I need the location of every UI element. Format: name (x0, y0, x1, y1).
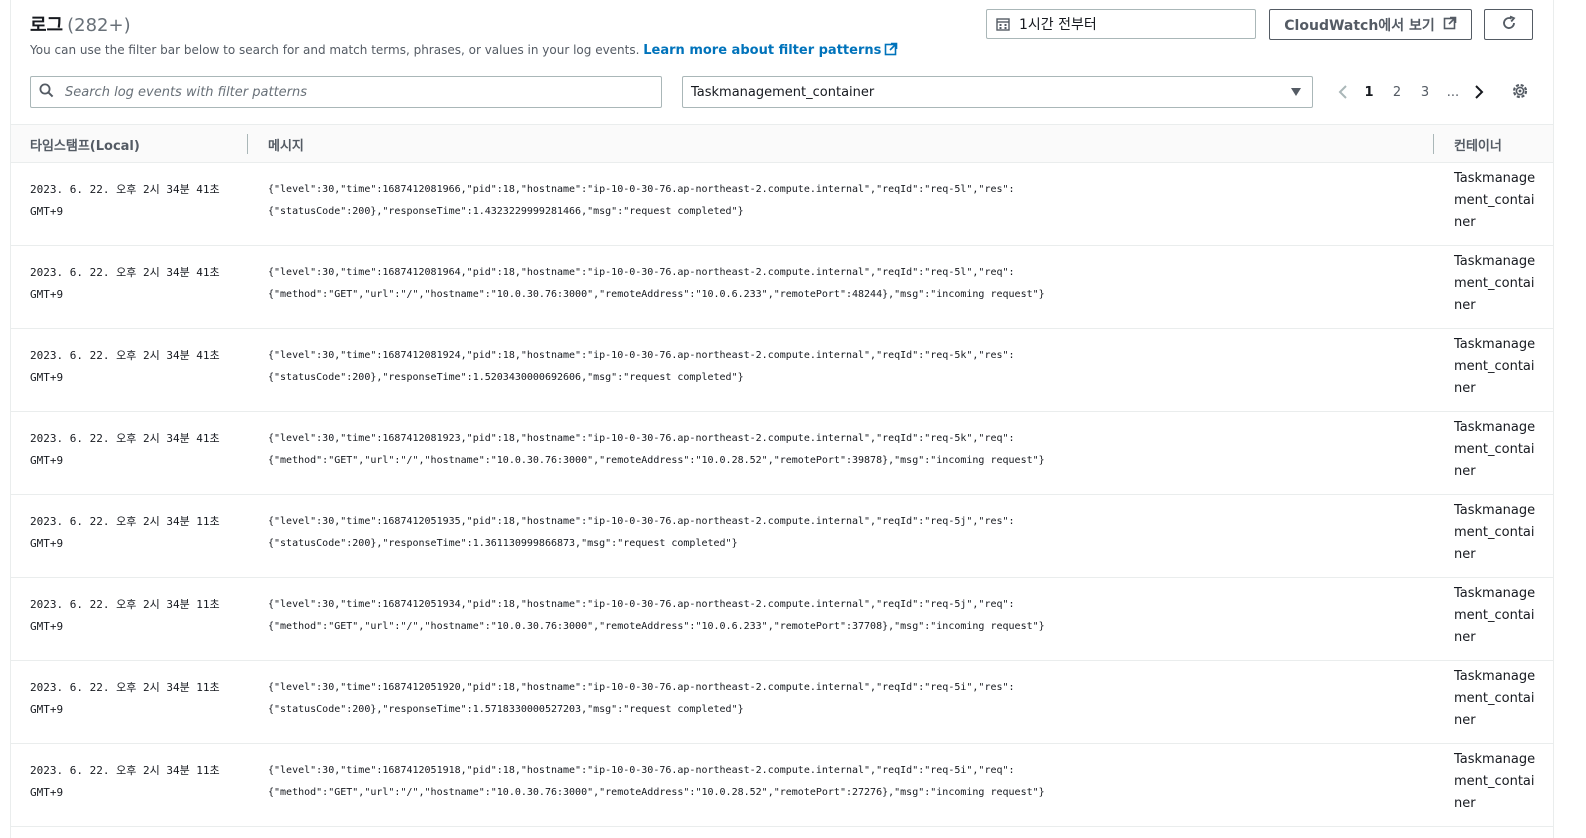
message-line: {"level":30,"time":1687412081964,"pid":1… (268, 267, 1015, 278)
chevron-left-icon[interactable] (1331, 80, 1355, 104)
row-container: Taskmanagement_container (1454, 669, 1536, 728)
row-message: {"level":30,"time":1687412051920,"pid":1… (268, 677, 1418, 721)
time-range-label: 1시간 전부터 (1019, 17, 1097, 33)
row-message: {"level":30,"time":1687412081923,"pid":1… (268, 428, 1418, 472)
learn-more-link[interactable]: Learn more about filter patterns (643, 42, 898, 60)
row-container: Taskmanagement_container (1454, 752, 1536, 811)
row-timestamp: 2023. 6. 22. 오후 2시 34분 11초 GMT+9 (30, 515, 220, 550)
filter-search-box (30, 76, 662, 108)
page-ellipsis: ... (1446, 84, 1460, 100)
chevron-right-icon[interactable] (1467, 80, 1491, 104)
row-message: {"level":30,"time":1687412051918,"pid":1… (268, 760, 1418, 804)
page-3[interactable]: 3 (1411, 85, 1439, 100)
row-container: Taskmanagement_container (1454, 420, 1536, 479)
table-row[interactable]: 2023. 6. 22. 오후 2시 34분 41초 GMT+9 {"level… (11, 329, 1553, 412)
row-timestamp: 2023. 6. 22. 오후 2시 34분 11초 GMT+9 (30, 598, 220, 633)
column-resizer[interactable] (247, 134, 248, 154)
learn-more-label: Learn more about filter patterns (643, 43, 882, 58)
message-line: {"level":30,"time":1687412051918,"pid":1… (268, 765, 1015, 776)
column-message[interactable]: 메시지 (268, 135, 304, 154)
row-timestamp: 2023. 6. 22. 오후 2시 34분 11초 GMT+9 (30, 764, 220, 799)
message-line: {"method":"GET","url":"/","hostname":"10… (268, 455, 1045, 466)
message-line: {"level":30,"time":1687412081924,"pid":1… (268, 350, 1015, 361)
row-container: Taskmanagement_container (1454, 503, 1536, 562)
log-events-table: 2023. 6. 22. 오후 2시 34분 41초 GMT+9 {"level… (11, 163, 1553, 827)
message-line: {"statusCode":200},"responseTime":1.5203… (268, 372, 744, 383)
page-1[interactable]: 1 (1355, 85, 1383, 100)
refresh-button[interactable] (1484, 9, 1533, 40)
refresh-icon (1501, 15, 1517, 35)
page-2[interactable]: 2 (1383, 85, 1411, 100)
logs-panel: 로그 (282+) You can use the filter bar belo… (10, 0, 1554, 838)
table-header: 타임스탬프(Local) 메시지 컨테이너 (11, 124, 1553, 163)
gear-icon[interactable] (1511, 82, 1529, 104)
external-link-icon (884, 42, 898, 60)
time-range-button[interactable]: 1시간 전부터 (986, 9, 1256, 39)
message-line: {"level":30,"time":1687412081966,"pid":1… (268, 184, 1015, 195)
message-line: {"level":30,"time":1687412051935,"pid":1… (268, 516, 1015, 527)
container-select-value: Taskmanagement_container (691, 84, 875, 100)
message-line: {"method":"GET","url":"/","hostname":"10… (268, 289, 1045, 300)
message-line: {"level":30,"time":1687412051934,"pid":1… (268, 599, 1015, 610)
table-row[interactable]: 2023. 6. 22. 오후 2시 34분 41초 GMT+9 {"level… (11, 163, 1553, 246)
title-text: 로그 (30, 15, 64, 36)
column-resizer[interactable] (1433, 134, 1434, 154)
row-timestamp: 2023. 6. 22. 오후 2시 34분 41초 GMT+9 (30, 349, 220, 384)
row-timestamp: 2023. 6. 22. 오후 2시 34분 11초 GMT+9 (30, 681, 220, 716)
row-message: {"level":30,"time":1687412081964,"pid":1… (268, 262, 1418, 306)
row-message: {"level":30,"time":1687412081966,"pid":1… (268, 179, 1418, 223)
table-row[interactable]: 2023. 6. 22. 오후 2시 34분 41초 GMT+9 {"level… (11, 412, 1553, 495)
caret-down-icon (1290, 86, 1302, 102)
row-message: {"level":30,"time":1687412051934,"pid":1… (268, 594, 1418, 638)
message-line: {"level":30,"time":1687412081923,"pid":1… (268, 433, 1015, 444)
calendar-icon (996, 17, 1010, 31)
table-row[interactable]: 2023. 6. 22. 오후 2시 34분 41초 GMT+9 {"level… (11, 246, 1553, 329)
message-line: {"level":30,"time":1687412051920,"pid":1… (268, 682, 1015, 693)
filter-description: You can use the filter bar below to sear… (30, 42, 898, 60)
row-container: Taskmanagement_container (1454, 171, 1536, 230)
message-line: {"statusCode":200},"responseTime":1.4323… (268, 206, 744, 217)
message-line: {"method":"GET","url":"/","hostname":"10… (268, 621, 1045, 632)
message-line: {"statusCode":200},"responseTime":1.3611… (268, 538, 738, 549)
row-timestamp: 2023. 6. 22. 오후 2시 34분 41초 GMT+9 (30, 266, 220, 301)
row-container: Taskmanagement_container (1454, 586, 1536, 645)
message-line: {"statusCode":200},"responseTime":1.5718… (268, 704, 744, 715)
page-title: 로그 (282+) (30, 11, 131, 37)
description-text: You can use the filter bar below to sear… (30, 43, 640, 57)
row-container: Taskmanagement_container (1454, 337, 1536, 396)
logs-header: 로그 (282+) You can use the filter bar belo… (11, 0, 1553, 124)
table-row[interactable]: 2023. 6. 22. 오후 2시 34분 11초 GMT+9 {"level… (11, 744, 1553, 827)
column-container[interactable]: 컨테이너 (1454, 135, 1502, 154)
row-message: {"level":30,"time":1687412051935,"pid":1… (268, 511, 1418, 555)
search-icon (39, 83, 54, 102)
table-row[interactable]: 2023. 6. 22. 오후 2시 34분 11초 GMT+9 {"level… (11, 495, 1553, 578)
log-count: (282+) (67, 15, 131, 36)
row-timestamp: 2023. 6. 22. 오후 2시 34분 41초 GMT+9 (30, 183, 220, 218)
row-timestamp: 2023. 6. 22. 오후 2시 34분 41초 GMT+9 (30, 432, 220, 467)
search-input[interactable] (63, 78, 661, 106)
view-in-cloudwatch-button[interactable]: CloudWatch에서 보기 (1269, 9, 1472, 40)
pagination: 1 2 3 ... (1331, 80, 1491, 104)
container-select[interactable]: Taskmanagement_container (682, 76, 1313, 108)
external-link-icon (1443, 16, 1457, 34)
column-timestamp[interactable]: 타임스탬프(Local) (30, 135, 140, 154)
row-container: Taskmanagement_container (1454, 254, 1536, 313)
table-row[interactable]: 2023. 6. 22. 오후 2시 34분 11초 GMT+9 {"level… (11, 578, 1553, 661)
message-line: {"method":"GET","url":"/","hostname":"10… (268, 787, 1045, 798)
row-message: {"level":30,"time":1687412081924,"pid":1… (268, 345, 1418, 389)
table-row[interactable]: 2023. 6. 22. 오후 2시 34분 11초 GMT+9 {"level… (11, 661, 1553, 744)
cloudwatch-button-label: CloudWatch에서 보기 (1284, 17, 1435, 34)
